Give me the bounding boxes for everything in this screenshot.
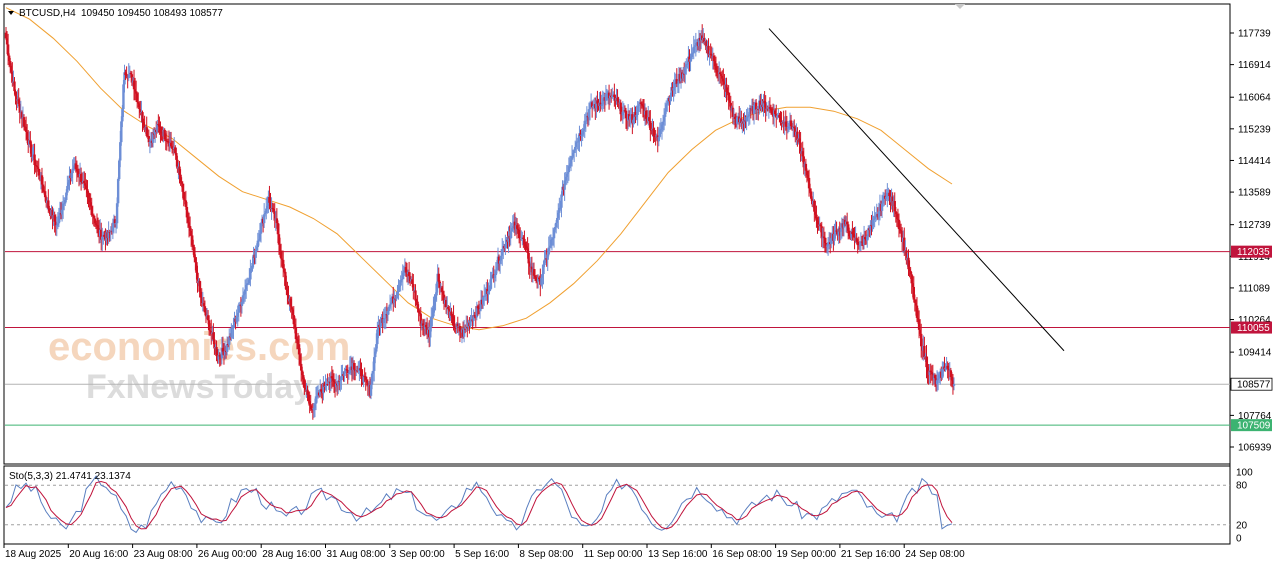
price-tick-label: 117739 [1238,29,1271,40]
time-tick-label: 26 Aug 00:00 [198,549,257,560]
level-price-tag-label: 107509 [1237,421,1271,432]
time-tick-label: 23 Aug 08:00 [134,549,193,560]
price-tick-label: 114414 [1238,156,1271,167]
time-tick-label: 3 Sep 00:00 [391,549,445,560]
price-tick-label: 116914 [1238,60,1271,71]
time-tick-label: 18 Aug 2025 [5,549,62,560]
time-tick-label: 13 Sep 16:00 [648,549,708,560]
candle-body [116,179,120,204]
stochastic-label: Sto(5,3,3) 21.4741 23.1374 [9,471,131,482]
oscillator-tick-label: 0 [1236,534,1242,545]
ohlc-label: 109450 109450 108493 108577 [81,8,223,19]
time-tick-label: 16 Sep 08:00 [712,549,772,560]
price-tick-label: 112739 [1238,220,1271,231]
time-tick-label: 24 Sep 08:00 [905,549,965,560]
price-tags: 112035 110055 108577 107509 [1230,245,1273,432]
time-tick-label: 20 Aug 16:00 [69,549,128,560]
time-tick-label: 5 Sep 16:00 [455,549,509,560]
time-tick-label: 19 Sep 00:00 [777,549,837,560]
time-tick-label: 8 Sep 08:00 [519,549,573,560]
price-tick-label: 109414 [1238,348,1272,359]
time-tick-label: 11 Sep 00:00 [584,549,643,560]
oscillator-frame [3,465,1231,545]
price-tick-label: 113589 [1238,188,1271,199]
chart-window[interactable]: economies.com FxNewsToday 117739 116914 11… [0,0,1280,567]
time-tick-label: 28 Aug 16:00 [262,549,321,560]
time-tick-label: 21 Sep 16:00 [841,549,901,560]
oscillator-tick-label: 20 [1236,520,1248,531]
time-axis-ticks: 18 Aug 2025 20 Aug 16:00 23 Aug 08:00 26 Au… [3,544,965,560]
time-tick-label: 31 Aug 08:00 [327,549,386,560]
price-tick-label: 106939 [1238,443,1272,454]
watermark-line2: FxNewsToday [86,368,312,406]
candle-body [952,384,956,386]
level-price-tag-label: 112035 [1237,247,1270,258]
level-price-tag-label: 108577 [1237,380,1271,391]
price-tick-label: 111089 [1238,283,1270,294]
price-tick-label: 116064 [1238,93,1271,104]
chart-canvas[interactable]: economies.com FxNewsToday 117739 116914 11… [0,0,1280,567]
watermark-line1: economies.com [48,325,350,369]
level-price-tag-label: 110055 [1237,323,1270,334]
oscillator-tick-label: 100 [1236,468,1253,479]
symbol-label[interactable]: BTCUSD,H4 [19,8,76,19]
oscillator-tick-label: 80 [1236,481,1248,492]
price-tick-label: 115239 [1238,124,1271,135]
